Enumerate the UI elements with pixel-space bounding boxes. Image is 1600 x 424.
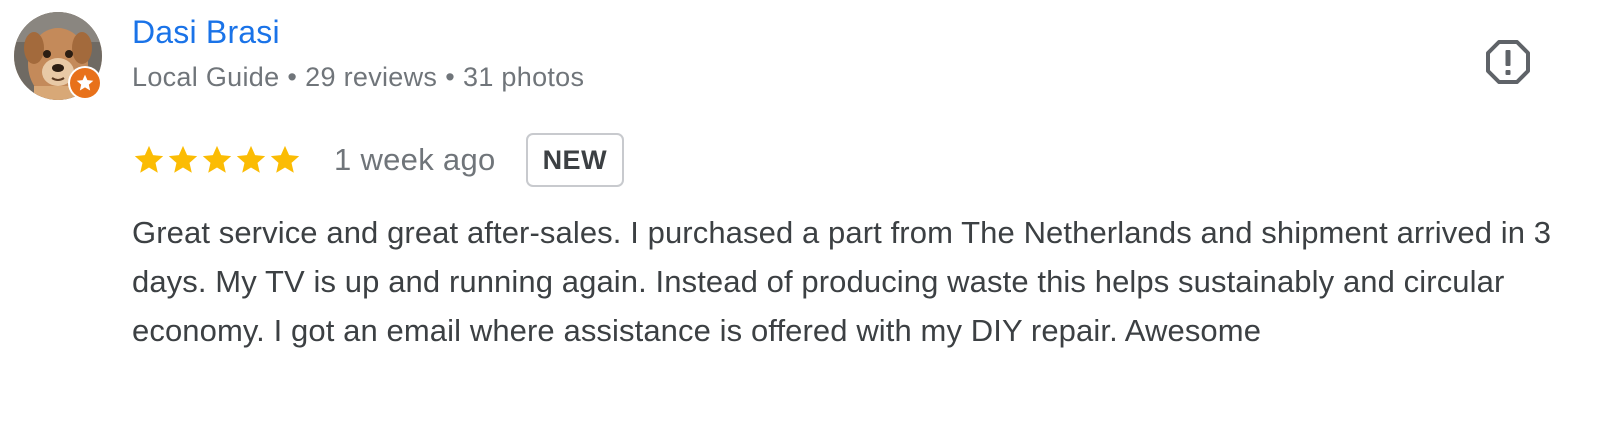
separator-dot: • [445, 62, 455, 92]
local-guide-badge [68, 66, 102, 100]
review-card: Dasi Brasi Local Guide • 29 reviews • 31 pho… [0, 0, 1600, 424]
report-button[interactable] [1484, 38, 1532, 86]
local-guide-star-icon [76, 74, 94, 91]
star-icon [168, 145, 198, 173]
star-rating [132, 143, 302, 177]
review-count: 29 reviews [305, 62, 438, 92]
star-icon [202, 145, 232, 173]
local-guide-label: Local Guide [132, 62, 280, 92]
separator-dot: • [287, 62, 298, 92]
author-name-link[interactable]: Dasi Brasi [132, 14, 280, 51]
star-icon [270, 145, 300, 173]
review-date: 1 week ago [334, 142, 496, 177]
review-text: Great service and great after-sales. I p… [132, 215, 1552, 348]
report-icon [1486, 40, 1530, 84]
star-icon [236, 145, 266, 173]
rating-row: 1 week ago NEW [132, 130, 625, 190]
photo-count: 31 photos [463, 62, 585, 92]
author-meta: Local Guide • 29 reviews • 31 photos [132, 62, 584, 93]
star-icon [134, 145, 164, 173]
new-badge: NEW [525, 133, 625, 187]
